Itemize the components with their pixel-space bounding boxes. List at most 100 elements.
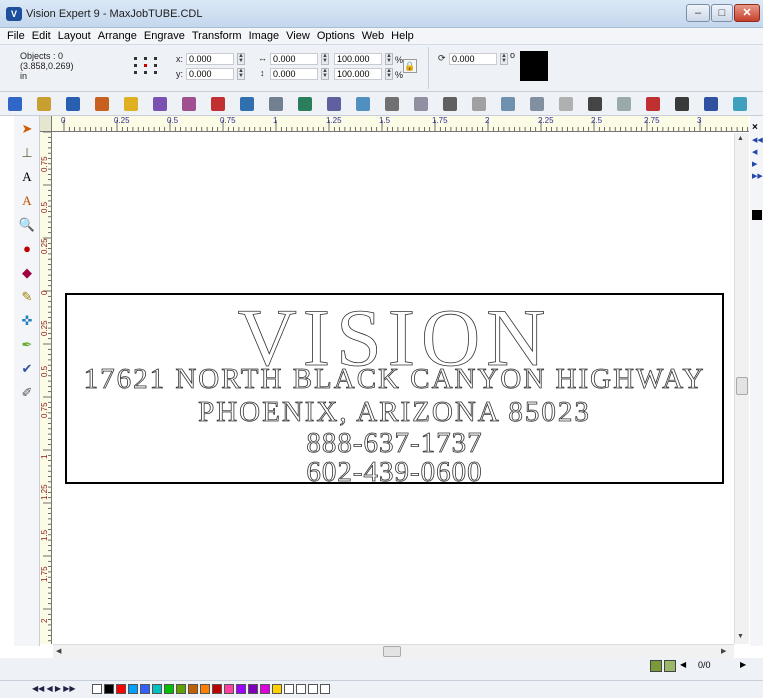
palette-nav-icons[interactable]: ◀◀ ◀ ▶ ▶▶ xyxy=(32,684,76,693)
horizontal-scrollbar[interactable]: ◀ ▶ xyxy=(53,644,734,658)
toolbar-button-icon[interactable] xyxy=(211,97,225,111)
color-swatch[interactable] xyxy=(104,684,114,694)
color-swatch[interactable] xyxy=(272,684,282,694)
color-swatch[interactable] xyxy=(176,684,186,694)
shape-tool-icon[interactable]: ● xyxy=(18,240,36,258)
toolbar-button-icon[interactable] xyxy=(530,97,544,111)
plate-line-street[interactable]: 17621 NORTH BLACK CANYON HIGHWAY xyxy=(67,363,722,396)
color-swatch[interactable] xyxy=(140,684,150,694)
color-swatch[interactable] xyxy=(92,684,102,694)
height-spinner[interactable]: ▲ ▼ xyxy=(321,68,329,80)
menu-view[interactable]: View xyxy=(286,28,310,44)
toolbar-button-icon[interactable] xyxy=(269,97,283,111)
panel-nav-prev-icon[interactable]: ◀ xyxy=(752,148,757,156)
node-edit-tool-icon[interactable]: ⊥ xyxy=(18,144,36,162)
anchor-point-selector[interactable] xyxy=(132,55,160,77)
color-swatch[interactable] xyxy=(308,684,318,694)
menu-edit[interactable]: Edit xyxy=(32,28,51,44)
pencil-tool-icon[interactable]: ✎ xyxy=(18,288,36,306)
panel-color-icon[interactable] xyxy=(752,210,762,220)
vertical-scroll-thumb[interactable] xyxy=(736,377,748,395)
panel-nav-last-icon[interactable]: ▶▶ xyxy=(752,172,763,180)
lock-aspect-icon[interactable]: 🔒 xyxy=(403,59,417,73)
toolbar-button-icon[interactable] xyxy=(414,97,428,111)
toolbar-button-icon[interactable] xyxy=(327,97,341,111)
menu-engrave[interactable]: Engrave xyxy=(144,28,185,44)
page-icon[interactable] xyxy=(650,660,662,672)
panel-nav-next-icon[interactable]: ▶ xyxy=(752,160,757,168)
eyedropper-tool-icon[interactable]: ✜ xyxy=(18,312,36,330)
color-swatch[interactable] xyxy=(260,684,270,694)
scroll-up-arrow-icon[interactable]: ▲ xyxy=(737,135,744,142)
color-preview[interactable] xyxy=(520,51,548,81)
color-swatch[interactable] xyxy=(128,684,138,694)
toolbar-button-icon[interactable] xyxy=(501,97,515,111)
menu-arrange[interactable]: Arrange xyxy=(98,28,137,44)
scale-x-spinner[interactable]: ▲ ▼ xyxy=(385,53,393,65)
scroll-right-arrow-icon[interactable]: ▶ xyxy=(721,647,726,655)
ruler-corner[interactable] xyxy=(40,116,52,132)
menu-options[interactable]: Options xyxy=(317,28,355,44)
close-button[interactable]: ✕ xyxy=(734,4,760,22)
color-swatch[interactable] xyxy=(164,684,174,694)
pen-tool-icon[interactable]: ✒ xyxy=(18,336,36,354)
y-position-field[interactable]: 0.000 xyxy=(186,68,234,80)
panel-nav-first-icon[interactable]: ◀◀ xyxy=(752,136,763,144)
menu-help[interactable]: Help xyxy=(391,28,414,44)
y-spinner[interactable]: ▲ ▼ xyxy=(237,68,245,80)
height-field[interactable]: 0.000 xyxy=(270,68,318,80)
plate-line-city[interactable]: PHOENIX, ARIZONA 85023 xyxy=(67,396,722,429)
color-swatch[interactable] xyxy=(188,684,198,694)
fancy-text-tool-icon[interactable]: A xyxy=(18,192,36,210)
toolbar-button-icon[interactable] xyxy=(298,97,312,111)
toolbar-button-icon[interactable] xyxy=(240,97,254,111)
page-add-icon[interactable] xyxy=(664,660,676,672)
horizontal-scroll-thumb[interactable] xyxy=(383,646,401,657)
plate-outline[interactable]: VISION 17621 NORTH BLACK CANYON HIGHWAY … xyxy=(65,292,724,484)
width-field[interactable]: 0.000 xyxy=(270,53,318,65)
toolbar-button-icon[interactable] xyxy=(37,97,51,111)
panel-close-icon[interactable]: × xyxy=(752,122,758,133)
minimize-button[interactable]: – xyxy=(686,4,710,22)
toolbar-button-icon[interactable] xyxy=(675,97,689,111)
text-tool-icon[interactable]: A xyxy=(18,168,36,186)
zoom-tool-icon[interactable]: 🔍 xyxy=(18,216,36,234)
scroll-left-arrow-icon[interactable]: ◀ xyxy=(56,647,61,655)
color-swatch[interactable] xyxy=(296,684,306,694)
menu-layout[interactable]: Layout xyxy=(58,28,91,44)
color-swatch[interactable] xyxy=(320,684,330,694)
maximize-button[interactable]: □ xyxy=(711,4,733,22)
color-swatch[interactable] xyxy=(212,684,222,694)
toolbar-button-icon[interactable] xyxy=(559,97,573,111)
toolbar-button-icon[interactable] xyxy=(153,97,167,111)
vertical-ruler[interactable]: 0.75 0.5 0.25 0 0.25 0.5 0.75 1 1.25 1.5 1.75 2 xyxy=(40,132,52,644)
toolbar-button-icon[interactable] xyxy=(733,97,747,111)
select-tool-icon[interactable]: ➤ xyxy=(18,120,36,138)
scale-x-field[interactable]: 100.000 xyxy=(334,53,382,65)
toolbar-button-icon[interactable] xyxy=(66,97,80,111)
scale-y-spinner[interactable]: ▲ ▼ xyxy=(385,68,393,80)
width-spinner[interactable]: ▲ ▼ xyxy=(321,53,329,65)
menu-transform[interactable]: Transform xyxy=(192,28,242,44)
toolbar-button-icon[interactable] xyxy=(8,97,22,111)
color-swatch[interactable] xyxy=(152,684,162,694)
toolbar-button-icon[interactable] xyxy=(646,97,660,111)
color-swatch[interactable] xyxy=(236,684,246,694)
x-spinner[interactable]: ▲ ▼ xyxy=(237,53,245,65)
fill-tool-icon[interactable]: ◆ xyxy=(18,264,36,282)
rotation-field[interactable]: 0.000 xyxy=(449,53,497,65)
toolbar-button-icon[interactable] xyxy=(588,97,602,111)
eraser-tool-icon[interactable]: ✐ xyxy=(18,384,36,402)
toolbar-button-icon[interactable] xyxy=(704,97,718,111)
toolbar-button-icon[interactable] xyxy=(124,97,138,111)
plate-line-phone2[interactable]: 602-439-0600 xyxy=(67,456,722,484)
menu-web[interactable]: Web xyxy=(362,28,384,44)
measure-tool-icon[interactable]: ✔ xyxy=(18,360,36,378)
toolbar-button-icon[interactable] xyxy=(356,97,370,111)
toolbar-button-icon[interactable] xyxy=(472,97,486,111)
page-next-icon[interactable]: ▶ xyxy=(740,660,746,669)
color-swatch[interactable] xyxy=(248,684,258,694)
menu-image[interactable]: Image xyxy=(249,28,280,44)
menu-file[interactable]: File xyxy=(7,28,25,44)
toolbar-button-icon[interactable] xyxy=(182,97,196,111)
